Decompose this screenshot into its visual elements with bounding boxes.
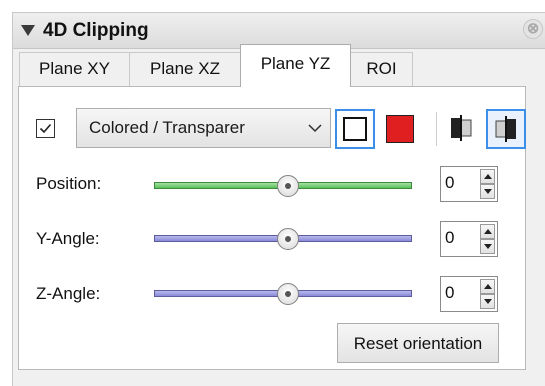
outline-color-swatch	[343, 117, 367, 141]
z-angle-slider[interactable]	[154, 283, 412, 305]
z-angle-value[interactable]: 0	[445, 283, 454, 303]
enable-clipping-checkbox[interactable]	[36, 119, 55, 138]
render-mode-dropdown[interactable]: Colored / Transparer	[76, 108, 331, 148]
collapse-arrow-icon[interactable]	[21, 25, 35, 36]
z-angle-decrement-button[interactable]	[480, 294, 495, 309]
y-angle-spinbox[interactable]: 0	[440, 221, 498, 257]
position-value[interactable]: 0	[445, 173, 454, 193]
panel-title: 4D Clipping	[43, 20, 149, 41]
position-spinbox[interactable]: 0	[440, 166, 498, 202]
reset-orientation-button[interactable]: Reset orientation	[337, 323, 499, 363]
clip-side-a-button[interactable]	[443, 109, 483, 149]
y-angle-label: Y-Angle:	[36, 229, 100, 248]
outline-color-button[interactable]	[335, 109, 375, 149]
fill-color-button[interactable]	[380, 109, 420, 149]
fill-color-swatch	[386, 115, 414, 143]
y-angle-slider[interactable]	[154, 228, 412, 250]
y-angle-increment-button[interactable]	[480, 224, 495, 239]
z-angle-slider-thumb[interactable]	[277, 283, 299, 305]
position-increment-button[interactable]	[480, 169, 495, 184]
clip-side-b-button[interactable]	[486, 109, 526, 149]
z-angle-increment-button[interactable]	[480, 279, 495, 294]
position-slider[interactable]	[154, 175, 412, 197]
z-angle-label: Z-Angle:	[36, 284, 101, 303]
tab-roi[interactable]: ROI	[350, 52, 413, 86]
tab-plane-xy[interactable]: Plane XY	[19, 52, 130, 86]
position-decrement-button[interactable]	[480, 184, 495, 199]
y-angle-slider-thumb[interactable]	[277, 228, 299, 250]
render-mode-value: Colored / Transparer	[89, 118, 245, 137]
close-icon[interactable]: ⊗	[523, 19, 543, 39]
clip-side-a-icon	[451, 115, 472, 141]
toolbar-separator	[436, 112, 437, 146]
y-angle-value[interactable]: 0	[445, 228, 454, 248]
checkmark-icon	[39, 123, 52, 134]
tab-plane-xz[interactable]: Plane XZ	[129, 52, 241, 86]
position-label: Position:	[36, 174, 102, 193]
y-angle-decrement-button[interactable]	[480, 239, 495, 254]
clip-side-b-icon	[495, 116, 516, 142]
tab-plane-yz[interactable]: Plane YZ	[240, 44, 351, 87]
chevron-down-icon	[308, 124, 322, 133]
z-angle-spinbox[interactable]: 0	[440, 276, 498, 312]
position-slider-thumb[interactable]	[277, 175, 299, 197]
